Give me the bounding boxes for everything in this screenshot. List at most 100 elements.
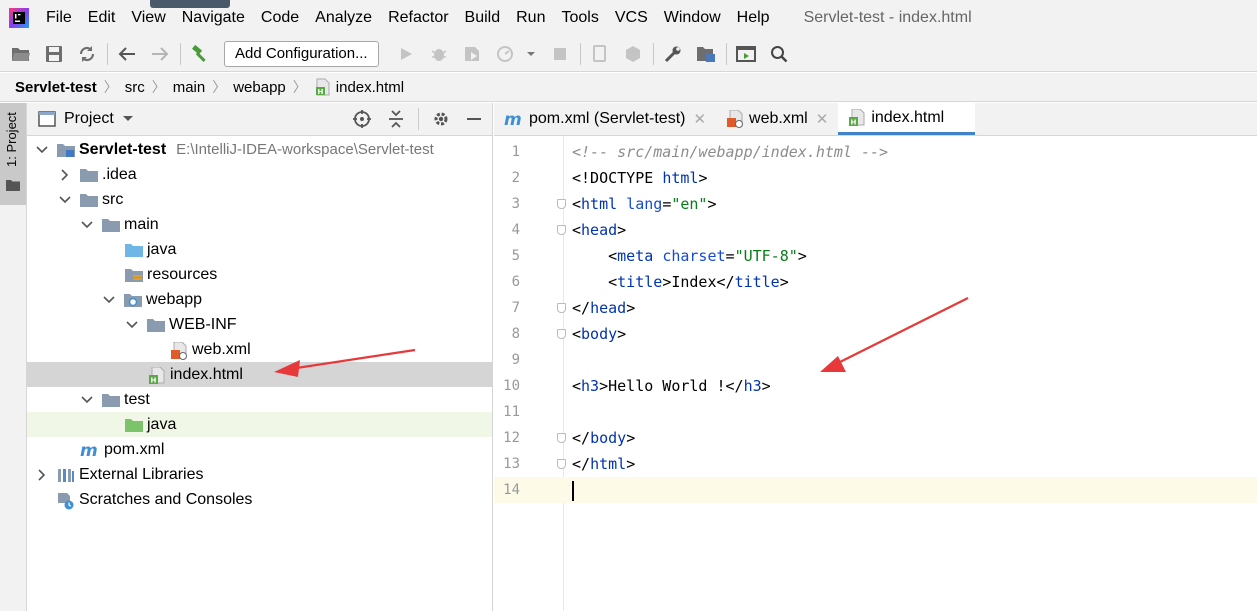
html-file-icon: H — [148, 366, 166, 384]
chevron-right-icon: 〉 — [212, 79, 227, 95]
tree-item-webapp[interactable]: webapp — [27, 287, 492, 312]
menu-tools[interactable]: Tools — [553, 0, 606, 36]
menu-file[interactable]: File — [38, 0, 80, 36]
hide-panel-button[interactable] — [462, 108, 486, 130]
tree-item-resources[interactable]: resources — [27, 262, 492, 287]
breadcrumb-file[interactable]: H index.html — [314, 78, 404, 96]
debug-button[interactable] — [426, 41, 452, 67]
menu-refactor[interactable]: Refactor — [380, 0, 456, 36]
folder-open-icon — [12, 47, 30, 61]
line-number: 6 — [511, 274, 520, 290]
line-number: 12 — [503, 430, 520, 446]
close-icon[interactable]: ✕ — [693, 110, 706, 128]
line-number: 3 — [511, 196, 520, 212]
tree-item-test[interactable]: test — [27, 387, 492, 412]
project-tool-tab[interactable]: 1: Project — [0, 103, 26, 205]
chevron-down-icon[interactable] — [80, 393, 94, 407]
tree-item-web-inf[interactable]: WEB-INF — [27, 312, 492, 337]
sync-button[interactable] — [74, 41, 100, 67]
tree-item-idea[interactable]: .idea — [27, 162, 492, 187]
search-icon — [770, 45, 787, 62]
tree-item-main-java[interactable]: java — [27, 237, 492, 262]
code-token: > — [707, 195, 717, 213]
tree-item-web-xml[interactable]: web.xml — [27, 337, 492, 362]
chevron-down-icon[interactable] — [58, 193, 72, 207]
stop-button[interactable] — [547, 41, 573, 67]
panel-settings-button[interactable] — [418, 108, 452, 130]
tree-item-scratches[interactable]: Scratches and Consoles — [27, 487, 492, 512]
breadcrumb-main[interactable]: main — [173, 79, 206, 96]
tree-item-external-libraries[interactable]: External Libraries — [27, 462, 492, 487]
close-icon[interactable]: ✕ — [952, 109, 965, 127]
menu-build[interactable]: Build — [457, 0, 509, 36]
tab-pom-xml[interactable]: m pom.xml (Servlet-test) ✕ — [494, 103, 716, 135]
menu-window[interactable]: Window — [656, 0, 729, 36]
tree-item-pom-xml[interactable]: m pom.xml — [27, 437, 492, 462]
breadcrumb-webapp[interactable]: webapp — [233, 79, 286, 96]
menu-run[interactable]: Run — [508, 0, 553, 36]
code-token: html — [662, 169, 699, 187]
chevron-right-icon: 〉 — [103, 79, 118, 95]
breadcrumb-src[interactable]: src — [125, 79, 145, 96]
tree-item-project-root[interactable]: Servlet-test E:\IntelliJ-IDEA-workspace\… — [27, 137, 492, 162]
tree-item-label: java — [147, 240, 177, 258]
svg-text:H: H — [317, 88, 323, 96]
profile-button[interactable] — [492, 41, 518, 67]
text-caret — [572, 480, 574, 501]
device-button[interactable] — [587, 41, 613, 67]
code-token: lang — [626, 195, 663, 213]
line-number: 13 — [503, 456, 520, 472]
menu-analyze[interactable]: Analyze — [307, 0, 380, 36]
chevron-down-icon[interactable] — [125, 318, 139, 332]
chevron-right-icon[interactable] — [58, 168, 72, 182]
back-button[interactable] — [114, 41, 140, 67]
project-panel-title[interactable]: Project — [64, 110, 114, 128]
tree-item-main[interactable]: main — [27, 212, 492, 237]
locate-file-button[interactable] — [350, 108, 374, 130]
menu-vcs[interactable]: VCS — [607, 0, 656, 36]
code-editor[interactable]: <!-- src/main/webapp/index.html --> <!DOC… — [564, 136, 1257, 611]
search-everywhere-button[interactable] — [766, 41, 792, 67]
folder-icon — [102, 392, 120, 408]
save-all-button[interactable] — [41, 41, 67, 67]
code-token: <!-- src/main/webapp/index.html --> — [572, 143, 889, 161]
breadcrumb-project[interactable]: Servlet-test — [15, 79, 97, 96]
project-structure-button[interactable] — [693, 41, 719, 67]
tab-index-html[interactable]: H index.html ✕ — [838, 103, 975, 135]
code-token: < — [572, 247, 618, 265]
forward-button[interactable] — [147, 41, 173, 67]
tree-item-index-html[interactable]: H index.html — [27, 362, 492, 387]
build-button[interactable] — [187, 41, 213, 67]
add-configuration-button[interactable]: Add Configuration... — [224, 40, 379, 67]
intellij-logo-icon[interactable] — [8, 7, 30, 29]
menu-help[interactable]: Help — [729, 0, 778, 36]
open-folder-button[interactable] — [8, 41, 34, 67]
chevron-right-icon[interactable] — [35, 468, 49, 482]
packages-button[interactable] — [620, 41, 646, 67]
run-with-coverage-button[interactable] — [459, 41, 485, 67]
chevron-down-icon[interactable] — [122, 115, 134, 123]
tree-item-test-java[interactable]: java — [27, 412, 492, 437]
more-run-options-button[interactable] — [525, 41, 537, 67]
coverage-icon — [464, 46, 479, 61]
chevron-down-icon[interactable] — [80, 218, 94, 232]
tree-item-label: resources — [147, 265, 218, 283]
tree-item-src[interactable]: src — [27, 187, 492, 212]
tree-item-label: src — [102, 190, 124, 208]
chevron-right-icon: 〉 — [151, 79, 166, 95]
menu-code[interactable]: Code — [253, 0, 307, 36]
crosshair-icon — [353, 110, 371, 128]
toolbar-separator — [652, 42, 654, 65]
chevron-down-icon[interactable] — [35, 143, 49, 157]
presentation-button[interactable] — [733, 41, 759, 67]
module-folder-icon — [57, 142, 75, 158]
tab-label: index.html — [871, 108, 945, 126]
chevron-down-icon[interactable] — [102, 293, 116, 307]
close-icon[interactable]: ✕ — [816, 110, 829, 128]
run-button[interactable] — [393, 41, 419, 67]
menu-edit[interactable]: Edit — [80, 0, 124, 36]
tab-web-xml[interactable]: web.xml ✕ — [716, 103, 838, 135]
window-title: Servlet-test - index.html — [803, 9, 972, 26]
collapse-all-button[interactable] — [384, 108, 408, 130]
settings-button[interactable] — [660, 41, 686, 67]
